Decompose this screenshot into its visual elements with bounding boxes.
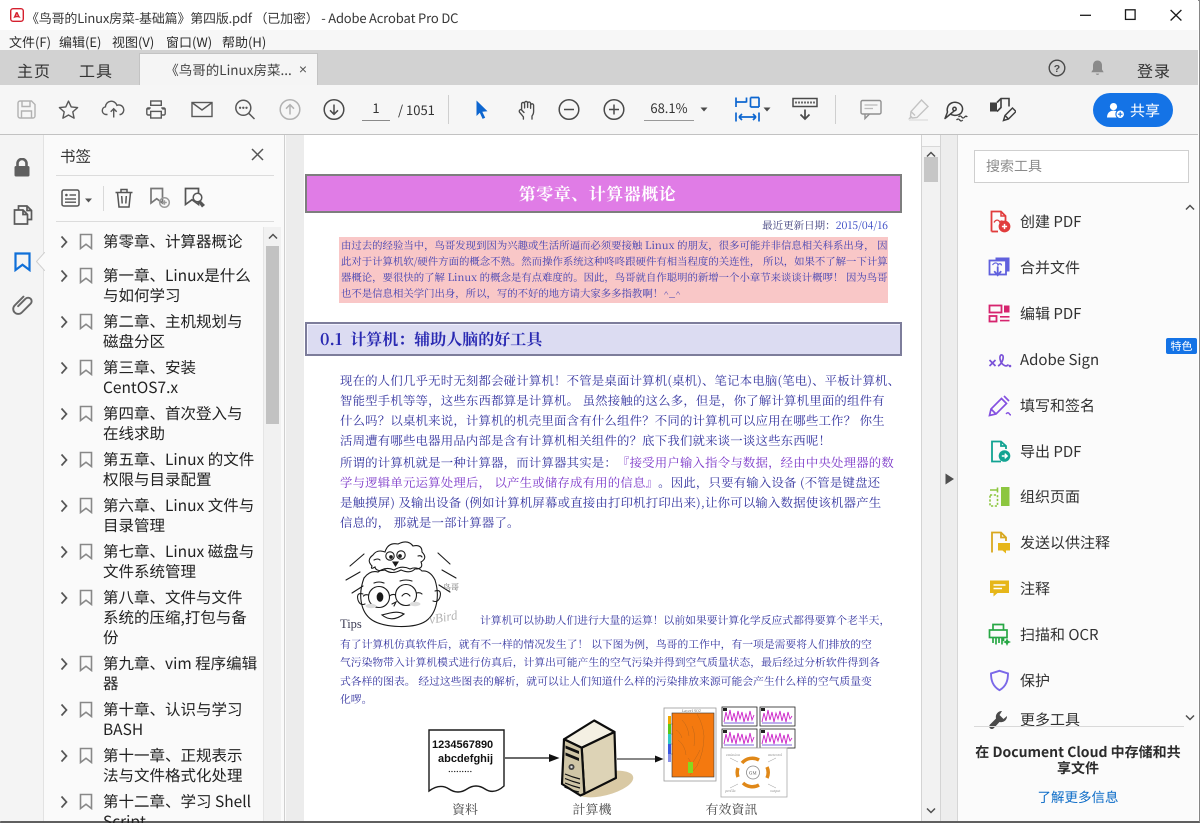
- svg-text:1234567890: 1234567890: [432, 739, 493, 751]
- svg-text:鸟哥: 鸟哥: [443, 582, 459, 593]
- svg-text:GM: GM: [749, 771, 757, 777]
- svg-text:Layer1 SO2: Layer1 SO2: [682, 709, 701, 714]
- svg-text:profile: profile: [725, 788, 736, 793]
- svg-text:?: ?: [1054, 63, 1060, 75]
- svg-text:output: output: [770, 788, 781, 793]
- svg-text:.........: .........: [448, 764, 472, 775]
- svg-text:Tips: Tips: [340, 617, 362, 631]
- svg-text:計算機: 計算機: [572, 799, 612, 818]
- svg-text:有效資訊: 有效資訊: [705, 799, 757, 818]
- svg-text:資料: 資料: [452, 799, 478, 818]
- svg-text:meteorol: meteorol: [768, 752, 782, 757]
- svg-text:vBird: vBird: [428, 607, 459, 627]
- svg-text:emission: emission: [726, 752, 740, 757]
